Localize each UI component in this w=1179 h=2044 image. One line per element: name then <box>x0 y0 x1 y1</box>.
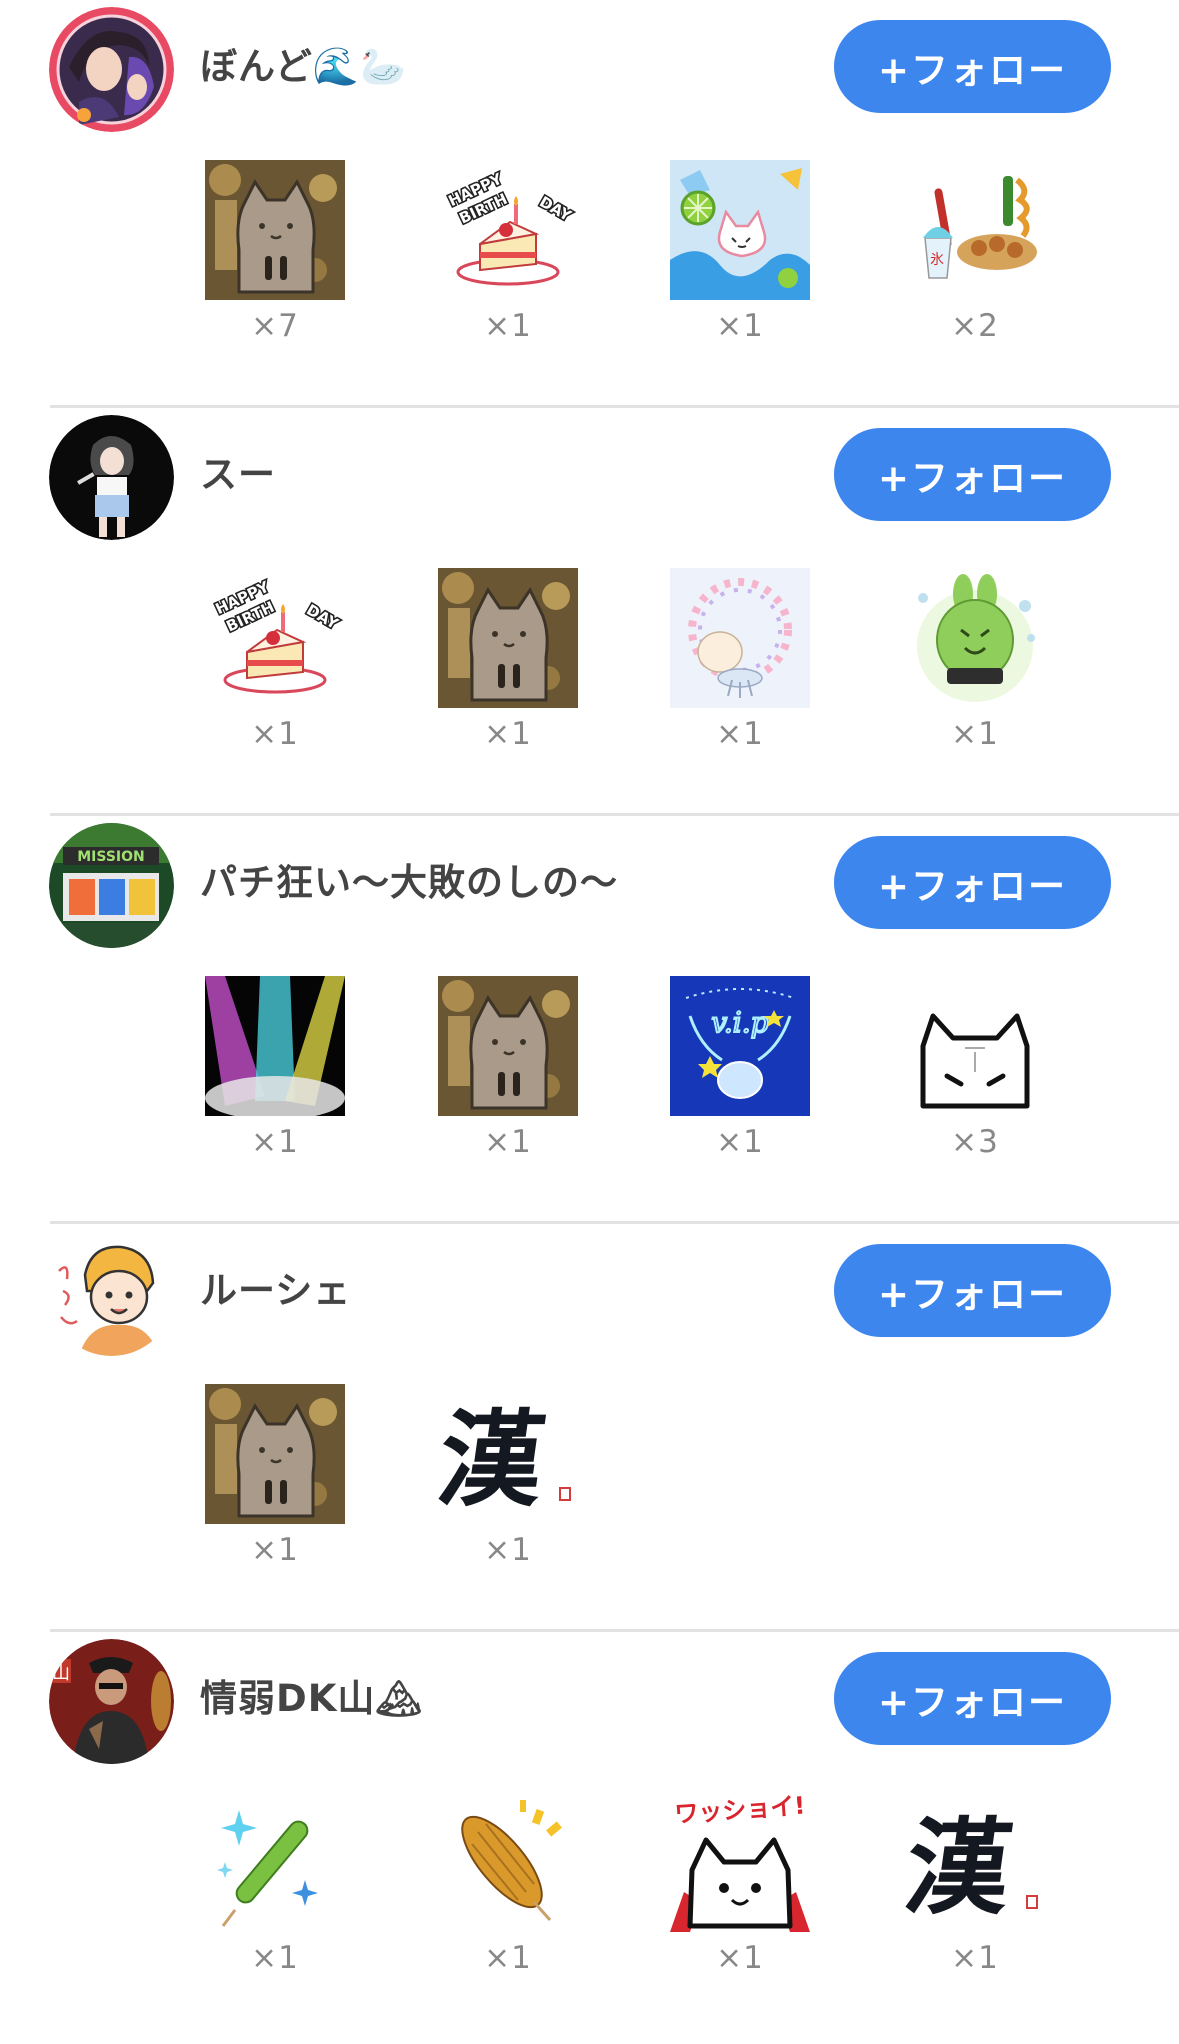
gift-item[interactable]: ×1 <box>438 976 578 1160</box>
gift-count: ×1 <box>951 1940 999 1976</box>
sender-row: MISSION パチ狂い〜大敗のしの〜 +フォロー ×1 ×1 v.i.p ×1… <box>0 816 1179 1224</box>
gift-item[interactable]: ×1 <box>205 1384 345 1568</box>
sender-row: 山 情弱DK山🏔 +フォロー ×1 ×1 ワッショイ! ×1 漢 ×1 <box>0 1632 1179 2040</box>
avatar[interactable]: MISSION <box>49 823 174 948</box>
gift-count: ×1 <box>951 716 999 752</box>
gift-count: ×7 <box>251 308 299 344</box>
gift-item[interactable]: ×1 <box>205 1792 345 1976</box>
gift-item[interactable]: 漢 ×1 <box>905 1792 1045 1976</box>
kanji-text: 漢 <box>905 1806 1019 1928</box>
gift-count: ×1 <box>484 1532 532 1568</box>
username[interactable]: パチ狂い〜大敗のしの〜 <box>200 852 618 906</box>
avatar[interactable]: 山 <box>49 1639 174 1764</box>
avatar-text: MISSION <box>77 849 145 865</box>
kanji-text: 漢 <box>438 1398 552 1520</box>
gift-sender-list: ぼんど🌊🦢 +フォロー ×7 HAPPY BIRTH DAY ×1 ×1 氷 ×… <box>0 0 1179 2040</box>
follow-button[interactable]: +フォロー <box>834 1652 1111 1745</box>
gift-item[interactable]: v.i.p ×1 <box>670 976 810 1160</box>
cat-bokeh-gift-icon <box>205 160 345 300</box>
gift-count: ×1 <box>716 308 764 344</box>
stage-spotlights-gift-icon <box>205 976 345 1116</box>
gift-count: ×1 <box>251 1940 299 1976</box>
avatar-text: 山 <box>52 1663 70 1684</box>
kanji-calligraphy-gift-icon: 漢 <box>438 1384 578 1524</box>
lime-splash-cat-gift-icon <box>670 160 810 300</box>
sender-row: ルーシェ +フォロー ×1 漢 ×1 <box>0 1224 1179 1632</box>
follow-button[interactable]: +フォロー <box>834 20 1111 113</box>
festival-food-gift-icon: 氷 <box>905 160 1045 300</box>
vip-text: v.i.p <box>711 1006 768 1039</box>
birthday-cake-gift-icon: HAPPY BIRTH DAY <box>205 568 345 708</box>
gift-list: ×1 ×1 ワッショイ! ×1 漢 ×1 <box>0 1792 1179 1992</box>
gift-count: ×1 <box>484 1124 532 1160</box>
gift-item[interactable]: ×1 <box>438 1792 578 1976</box>
gift-item[interactable]: ×1 <box>670 568 810 752</box>
avatar[interactable] <box>49 415 174 540</box>
gift-list: HAPPY BIRTH DAY ×1 ×1 ×1 ×1 <box>0 568 1179 768</box>
gift-item[interactable]: HAPPY BIRTH DAY ×1 <box>438 160 578 344</box>
gift-count: ×2 <box>951 308 999 344</box>
username[interactable]: 情弱DK山🏔 <box>200 1668 423 1722</box>
username[interactable]: ルーシェ <box>200 1260 351 1314</box>
green-rabbit-gift-icon <box>905 568 1045 708</box>
wasshoi-cat-gift-icon: ワッショイ! <box>670 1792 810 1932</box>
gift-item[interactable]: ×1 <box>438 568 578 752</box>
grilled-corn-gift-icon <box>438 1792 578 1932</box>
heart-ring-jellyfish-gift-icon <box>670 568 810 708</box>
avatar[interactable] <box>49 1231 174 1356</box>
gift-count: ×1 <box>484 1940 532 1976</box>
kanji-calligraphy-gift-icon: 漢 <box>905 1792 1045 1932</box>
gift-item[interactable]: 漢 ×1 <box>438 1384 578 1568</box>
gift-item[interactable]: ×1 <box>670 160 810 344</box>
username[interactable]: スー <box>200 444 276 498</box>
username[interactable]: ぼんど🌊🦢 <box>200 36 407 90</box>
gift-count: ×1 <box>716 716 764 752</box>
gift-item[interactable]: ×7 <box>205 160 345 344</box>
gift-list: ×1 ×1 v.i.p ×1 ×3 <box>0 976 1179 1176</box>
gift-item[interactable]: ×1 <box>905 568 1045 752</box>
sparkle-cucumber-gift-icon <box>205 1792 345 1932</box>
follow-button[interactable]: +フォロー <box>834 836 1111 929</box>
gift-list: ×1 漢 ×1 <box>0 1384 1179 1584</box>
avatar[interactable] <box>49 7 174 132</box>
gift-item[interactable]: ×1 <box>205 976 345 1160</box>
birthday-cake-gift-icon: HAPPY BIRTH DAY <box>438 160 578 300</box>
follow-button[interactable]: +フォロー <box>834 1244 1111 1337</box>
gift-count: ×1 <box>716 1940 764 1976</box>
gift-count: ×3 <box>951 1124 999 1160</box>
gift-item[interactable]: HAPPY BIRTH DAY ×1 <box>205 568 345 752</box>
gift-count: ×1 <box>484 716 532 752</box>
peeking-cat-gift-icon <box>905 976 1045 1116</box>
vip-neon-gift-icon: v.i.p <box>670 976 810 1116</box>
gift-count: ×1 <box>251 1124 299 1160</box>
cat-bokeh-gift-icon <box>438 568 578 708</box>
sender-row: スー +フォロー HAPPY BIRTH DAY ×1 ×1 ×1 ×1 <box>0 408 1179 816</box>
gift-count: ×1 <box>251 716 299 752</box>
gift-item[interactable]: ワッショイ! ×1 <box>670 1792 810 1976</box>
gift-list: ×7 HAPPY BIRTH DAY ×1 ×1 氷 ×2 <box>0 160 1179 360</box>
gift-count: ×1 <box>484 308 532 344</box>
sender-row: ぼんど🌊🦢 +フォロー ×7 HAPPY BIRTH DAY ×1 ×1 氷 ×… <box>0 0 1179 408</box>
gift-count: ×1 <box>716 1124 764 1160</box>
cat-bokeh-gift-icon <box>438 976 578 1116</box>
cat-bokeh-gift-icon <box>205 1384 345 1524</box>
gift-count: ×1 <box>251 1532 299 1568</box>
gift-item[interactable]: ×3 <box>905 976 1045 1160</box>
ice-flag-text: 氷 <box>930 252 944 268</box>
gift-item[interactable]: 氷 ×2 <box>905 160 1045 344</box>
follow-button[interactable]: +フォロー <box>834 428 1111 521</box>
